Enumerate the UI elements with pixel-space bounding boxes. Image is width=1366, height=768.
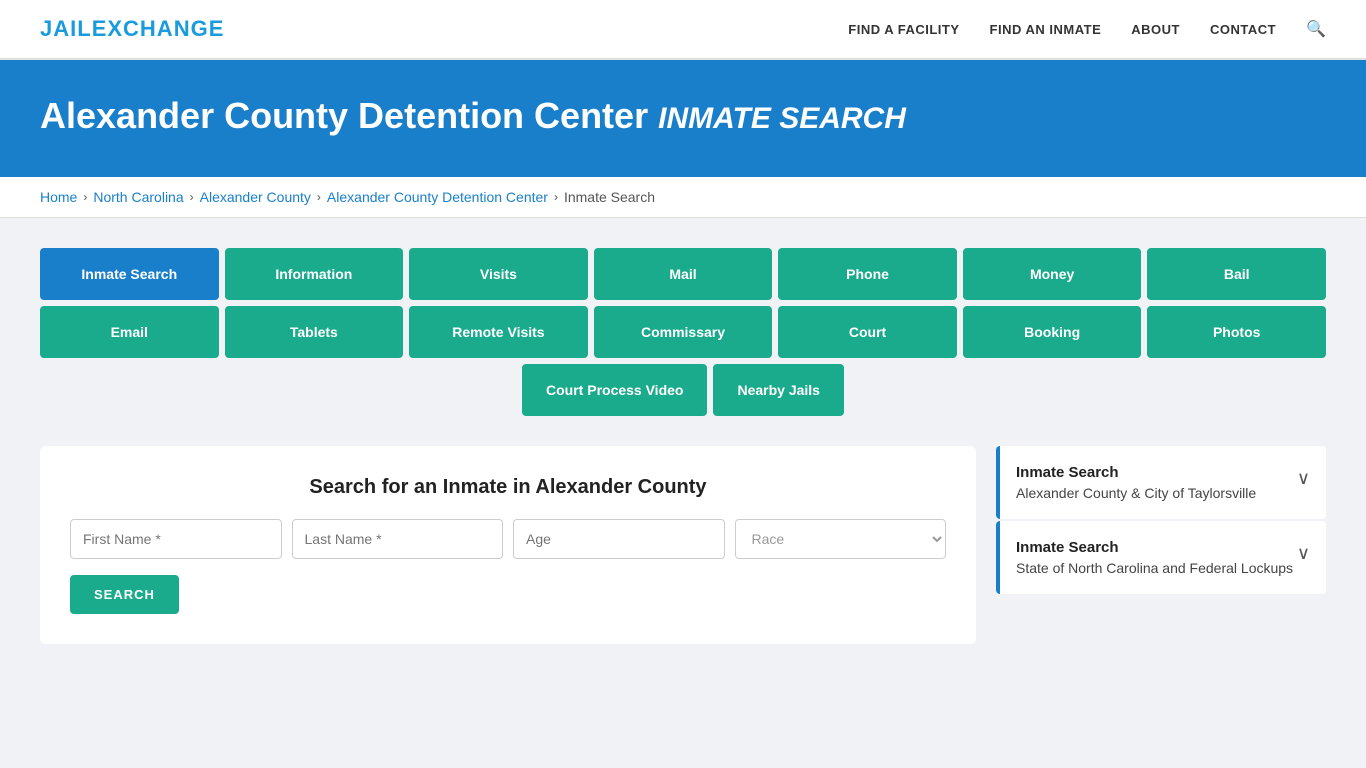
hero-title: Alexander County Detention Center INMATE… xyxy=(40,95,1326,137)
logo[interactable]: JAILEXCHANGE xyxy=(40,16,224,42)
breadcrumb-north-carolina[interactable]: North Carolina xyxy=(93,189,183,205)
content-area: Search for an Inmate in Alexander County… xyxy=(40,446,1326,644)
btn-bail[interactable]: Bail xyxy=(1147,248,1326,300)
btn-photos[interactable]: Photos xyxy=(1147,306,1326,358)
btn-phone[interactable]: Phone xyxy=(778,248,957,300)
sidebar-card-2-header[interactable]: Inmate Search State of North Carolina an… xyxy=(996,521,1326,594)
inmate-search-form: Search for an Inmate in Alexander County… xyxy=(40,446,976,644)
breadcrumb-alexander-county[interactable]: Alexander County xyxy=(200,189,311,205)
search-form-title: Search for an Inmate in Alexander County xyxy=(70,476,946,499)
nav-button-row-2: Email Tablets Remote Visits Commissary C… xyxy=(40,306,1326,358)
sidebar-card-1-content: Inmate Search Alexander County & City of… xyxy=(1016,464,1256,501)
breadcrumb-sep-4: › xyxy=(554,190,558,204)
nav-about[interactable]: ABOUT xyxy=(1131,22,1180,37)
sidebar-card-1-title: Inmate Search xyxy=(1016,464,1256,481)
btn-money[interactable]: Money xyxy=(963,248,1142,300)
breadcrumb-sep-3: › xyxy=(317,190,321,204)
btn-nearby-jails[interactable]: Nearby Jails xyxy=(713,364,844,416)
btn-remote-visits[interactable]: Remote Visits xyxy=(409,306,588,358)
breadcrumb-sep-2: › xyxy=(190,190,194,204)
search-fields: Race White Black Hispanic Asian Other xyxy=(70,519,946,559)
chevron-down-icon-1[interactable]: ∨ xyxy=(1297,468,1310,489)
sidebar-card-2-subtitle: State of North Carolina and Federal Lock… xyxy=(1016,560,1293,576)
hero-facility-name: Alexander County Detention Center xyxy=(40,95,648,136)
age-input[interactable] xyxy=(513,519,725,559)
race-select[interactable]: Race White Black Hispanic Asian Other xyxy=(735,519,947,559)
breadcrumb-sep-1: › xyxy=(83,190,87,204)
hero-subtitle: INMATE SEARCH xyxy=(658,102,906,135)
sidebar-card-2-title: Inmate Search xyxy=(1016,539,1293,556)
breadcrumb-home[interactable]: Home xyxy=(40,189,77,205)
btn-inmate-search[interactable]: Inmate Search xyxy=(40,248,219,300)
sidebar-card-1: Inmate Search Alexander County & City of… xyxy=(996,446,1326,519)
sidebar: Inmate Search Alexander County & City of… xyxy=(996,446,1326,596)
btn-visits[interactable]: Visits xyxy=(409,248,588,300)
btn-information[interactable]: Information xyxy=(225,248,404,300)
btn-commissary[interactable]: Commissary xyxy=(594,306,773,358)
nav-button-row-3: Court Process Video Nearby Jails xyxy=(40,364,1326,416)
sidebar-card-2: Inmate Search State of North Carolina an… xyxy=(996,521,1326,594)
breadcrumb-inmate-search: Inmate Search xyxy=(564,189,655,205)
main-content: Inmate Search Information Visits Mail Ph… xyxy=(0,218,1366,674)
btn-mail[interactable]: Mail xyxy=(594,248,773,300)
btn-court-process-video[interactable]: Court Process Video xyxy=(522,364,707,416)
logo-exchange: EXCHANGE xyxy=(92,16,225,41)
search-icon[interactable]: 🔍 xyxy=(1306,19,1326,39)
btn-booking[interactable]: Booking xyxy=(963,306,1142,358)
breadcrumb: Home › North Carolina › Alexander County… xyxy=(40,189,1326,205)
logo-jail: JAIL xyxy=(40,16,92,41)
btn-court[interactable]: Court xyxy=(778,306,957,358)
first-name-input[interactable] xyxy=(70,519,282,559)
breadcrumb-bar: Home › North Carolina › Alexander County… xyxy=(0,177,1366,218)
nav-find-inmate[interactable]: FIND AN INMATE xyxy=(990,22,1102,37)
hero-section: Alexander County Detention Center INMATE… xyxy=(0,60,1366,177)
sidebar-card-1-header[interactable]: Inmate Search Alexander County & City of… xyxy=(996,446,1326,519)
chevron-down-icon-2[interactable]: ∨ xyxy=(1297,543,1310,564)
nav-find-facility[interactable]: FIND A FACILITY xyxy=(848,22,959,37)
nav-button-row-1: Inmate Search Information Visits Mail Ph… xyxy=(40,248,1326,300)
breadcrumb-detention-center[interactable]: Alexander County Detention Center xyxy=(327,189,548,205)
btn-email[interactable]: Email xyxy=(40,306,219,358)
sidebar-card-2-content: Inmate Search State of North Carolina an… xyxy=(1016,539,1293,576)
main-nav: FIND A FACILITY FIND AN INMATE ABOUT CON… xyxy=(848,19,1326,39)
sidebar-card-1-subtitle: Alexander County & City of Taylorsville xyxy=(1016,485,1256,501)
search-button[interactable]: SEARCH xyxy=(70,575,179,614)
last-name-input[interactable] xyxy=(292,519,504,559)
header: JAILEXCHANGE FIND A FACILITY FIND AN INM… xyxy=(0,0,1366,60)
btn-tablets[interactable]: Tablets xyxy=(225,306,404,358)
nav-contact[interactable]: CONTACT xyxy=(1210,22,1276,37)
